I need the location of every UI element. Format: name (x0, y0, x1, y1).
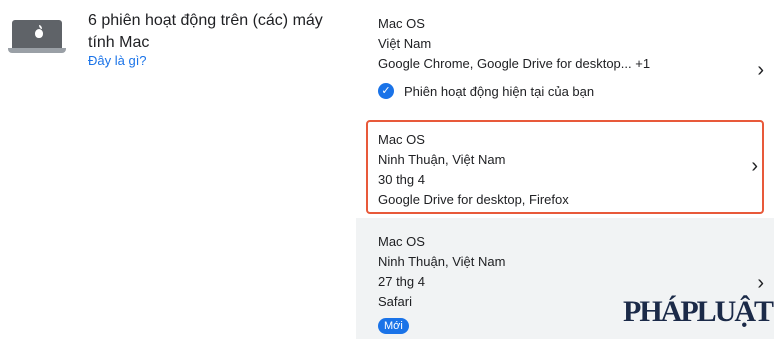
device-summary: 6 phiên hoạt động trên (các) máy tính Ma… (0, 0, 360, 120)
session-item-highlighted[interactable]: Mac OS Ninh Thuận, Việt Nam 30 thg 4 Goo… (366, 120, 764, 214)
session-apps: Google Chrome, Google Drive for desktop.… (378, 56, 651, 71)
session-location: Ninh Thuận, Việt Nam (378, 152, 506, 167)
laptop-base (8, 48, 66, 53)
session-location: Ninh Thuận, Việt Nam (378, 254, 506, 269)
laptop-icon (8, 20, 66, 54)
session-date: 30 thg 4 (378, 172, 425, 187)
session-location: Việt Nam (378, 36, 432, 51)
laptop-screen (12, 20, 62, 48)
session-os: Mac OS (378, 16, 425, 31)
session-list: Mac OS Việt Nam Google Chrome, Google Dr… (356, 0, 774, 339)
new-badge: Mới (378, 318, 409, 334)
device-title: 6 phiên hoạt động trên (các) máy tính Ma… (88, 12, 323, 51)
help-link[interactable]: Đây là gì? (88, 53, 147, 68)
session-os: Mac OS (378, 234, 425, 249)
session-item-current[interactable]: Mac OS Việt Nam Google Chrome, Google Dr… (356, 14, 774, 118)
session-os: Mac OS (378, 132, 425, 147)
chevron-right-icon[interactable]: › (751, 156, 758, 176)
current-session-row: ✓ Phiên hoạt động hiện tại của bạn (378, 83, 774, 99)
session-date: 27 thg 4 (378, 274, 425, 289)
watermark-logo: PHÁPLUẬT (623, 295, 774, 328)
chevron-right-icon[interactable]: › (757, 273, 764, 293)
chevron-right-icon[interactable]: › (757, 60, 764, 80)
session-apps: Google Drive for desktop, Firefox (378, 192, 569, 207)
current-session-label: Phiên hoạt động hiện tại của bạn (404, 83, 595, 99)
check-circle-icon: ✓ (378, 83, 394, 99)
apple-logo-icon (35, 29, 43, 38)
